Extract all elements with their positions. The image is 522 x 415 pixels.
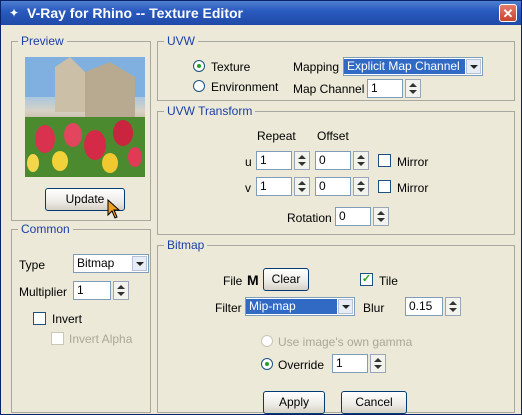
cancel-button[interactable]: Cancel (341, 391, 407, 414)
u-label: u (245, 155, 252, 169)
blur-field[interactable]: 0.15 (405, 297, 443, 316)
override-label: Override (278, 358, 325, 372)
environment-label: Environment (211, 80, 279, 94)
multiplier-field[interactable]: 1 (73, 281, 111, 300)
u-offset-field[interactable]: 0 (315, 151, 351, 170)
multiplier-label: Multiplier (19, 285, 68, 299)
common-legend: Common (18, 222, 73, 236)
multiplier-spinner[interactable] (113, 281, 129, 300)
map-channel-field[interactable]: 1 (367, 79, 403, 98)
override-field[interactable]: 1 (332, 354, 368, 373)
invert-alpha-checkbox[interactable] (51, 332, 64, 345)
title-bar[interactable]: ✦ V-Ray for Rhino -- Texture Editor ✕ (1, 1, 521, 25)
texture-preview-image (25, 57, 145, 177)
bitmap-legend: Bitmap (164, 238, 208, 252)
v-mirror-label: Mirror (397, 181, 429, 195)
v-label: v (245, 181, 251, 195)
chevron-down-icon (466, 59, 481, 74)
uvw-legend: UVW (164, 34, 198, 48)
filter-label: Filter (215, 301, 242, 315)
environment-radio[interactable] (193, 80, 205, 92)
override-spinner[interactable] (370, 354, 386, 373)
v-repeat-spinner[interactable] (294, 177, 310, 196)
tile-checkbox[interactable]: ✓ (360, 273, 373, 286)
checkmark-icon: ✓ (361, 273, 372, 285)
bitmap-group: Bitmap (157, 238, 515, 413)
v-offset-spinner[interactable] (353, 177, 369, 196)
mapping-value: Explicit Map Channel (344, 59, 465, 74)
repeat-label: Repeat (257, 129, 296, 143)
rotation-spinner[interactable] (373, 207, 389, 226)
u-mirror-checkbox[interactable] (378, 154, 391, 167)
v-offset-field[interactable]: 0 (315, 177, 351, 196)
uvw-transform-legend: UVW Transform (164, 104, 256, 118)
offset-label: Offset (317, 129, 349, 143)
invert-checkbox[interactable] (33, 312, 46, 325)
mapping-label: Mapping (293, 60, 340, 74)
map-button[interactable]: M (247, 272, 259, 288)
texture-editor-window: ✦ V-Ray for Rhino -- Texture Editor ✕ Pr… (0, 0, 522, 415)
map-channel-label: Map Channel (293, 82, 365, 96)
mapping-select[interactable]: Explicit Map Channel (343, 57, 483, 76)
chevron-down-icon (132, 256, 147, 271)
type-label: Type (19, 258, 46, 272)
file-label: File (223, 274, 243, 288)
texture-radio[interactable] (193, 60, 205, 72)
v-repeat-field[interactable]: 1 (256, 177, 292, 196)
blur-label: Blur (363, 301, 385, 315)
use-gamma-label: Use image's own gamma (278, 335, 413, 349)
rotation-label: Rotation (287, 211, 332, 225)
texture-label: Texture (211, 60, 251, 74)
apply-button[interactable]: Apply (263, 391, 325, 414)
chevron-down-icon (338, 299, 353, 314)
u-offset-spinner[interactable] (353, 151, 369, 170)
type-select[interactable]: Bitmap (73, 254, 149, 273)
app-icon: ✦ (8, 6, 20, 20)
rotation-field[interactable]: 0 (335, 207, 371, 226)
map-channel-spinner[interactable] (405, 79, 421, 98)
tile-label: Tile (379, 274, 398, 288)
filter-value: Mip-map (246, 299, 337, 314)
use-gamma-radio[interactable] (261, 335, 273, 347)
mouse-cursor-icon (107, 199, 121, 219)
u-repeat-spinner[interactable] (294, 151, 310, 170)
close-icon: ✕ (502, 6, 514, 21)
tulip-image (25, 57, 145, 177)
blur-spinner[interactable] (445, 297, 461, 316)
clear-button[interactable]: Clear (263, 268, 309, 291)
override-radio[interactable] (261, 358, 273, 370)
invert-label: Invert (52, 312, 83, 326)
u-mirror-label: Mirror (397, 155, 429, 169)
type-value: Bitmap (74, 256, 131, 271)
filter-select[interactable]: Mip-map (245, 297, 355, 316)
u-repeat-field[interactable]: 1 (256, 151, 292, 170)
close-button[interactable]: ✕ (499, 4, 517, 22)
invert-alpha-label: Invert Alpha (69, 332, 133, 346)
window-title: V-Ray for Rhino -- Texture Editor (27, 5, 243, 21)
v-mirror-checkbox[interactable] (378, 180, 391, 193)
preview-legend: Preview (18, 34, 67, 48)
